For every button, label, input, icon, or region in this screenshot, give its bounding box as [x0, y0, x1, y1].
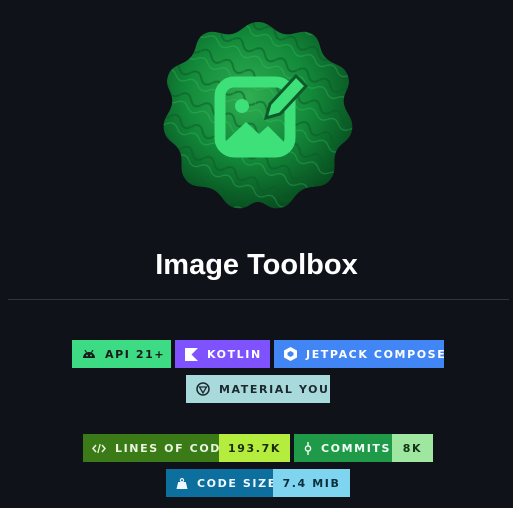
api-badge-label: API 21+	[105, 347, 166, 361]
lines-of-code-value: 193.7K	[219, 434, 290, 462]
api-badge[interactable]: API 21+	[72, 340, 171, 368]
jetpack-compose-badge-label: JETPACK COMPOSE	[306, 347, 444, 361]
lines-of-code-label-segment: LINES OF CODE	[83, 434, 229, 462]
kotlin-icon	[185, 347, 198, 361]
lines-of-code-label: LINES OF CODE	[115, 441, 231, 455]
material-you-badge-label: MATERIAL YOU	[219, 382, 330, 396]
lines-of-code-badge[interactable]: LINES OF CODE 193.7K	[83, 434, 290, 462]
code-size-label: CODE SIZE	[197, 476, 277, 490]
git-commit-icon	[304, 441, 312, 455]
weight-icon	[176, 477, 188, 489]
material-you-badge[interactable]: MATERIAL YOU	[186, 375, 330, 403]
commits-label-segment: COMMITS	[294, 434, 392, 462]
material-you-icon	[196, 382, 210, 396]
android-icon	[82, 349, 96, 359]
kotlin-badge-label: KOTLIN	[207, 347, 262, 361]
kotlin-badge[interactable]: KOTLIN	[175, 340, 270, 368]
code-size-badge[interactable]: CODE SIZE 7.4 MIB	[166, 469, 350, 497]
app-logo	[162, 20, 354, 212]
commits-badge[interactable]: COMMITS 8K	[294, 434, 433, 462]
jetpack-compose-badge[interactable]: JETPACK COMPOSE	[274, 340, 444, 368]
commits-value: 8K	[392, 434, 433, 462]
code-size-label-segment: CODE SIZE	[166, 469, 275, 497]
code-size-value: 7.4 MIB	[273, 469, 350, 497]
page-title: Image Toolbox	[155, 249, 358, 281]
commits-label: COMMITS	[321, 441, 392, 455]
readme-header: Image Toolbox API 21+ KOTLIN JETPACK COM…	[0, 0, 513, 508]
jetpack-compose-icon	[284, 347, 297, 361]
title-divider	[8, 299, 509, 300]
code-icon	[92, 443, 106, 454]
